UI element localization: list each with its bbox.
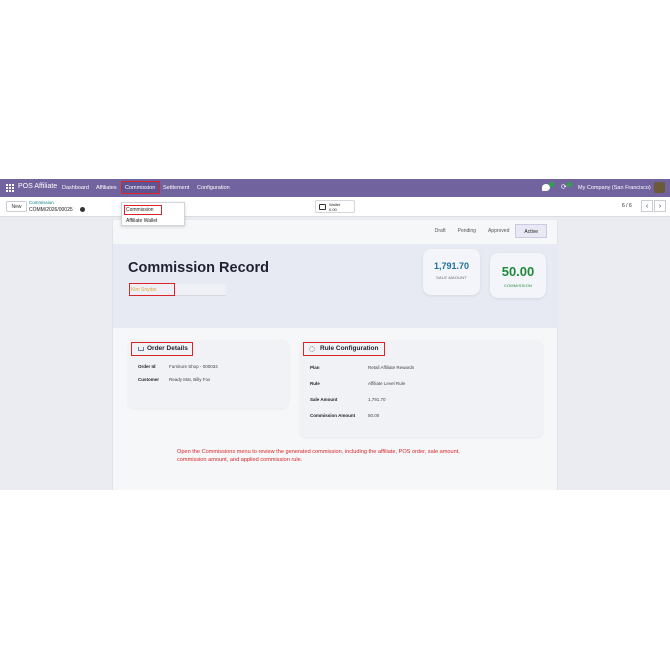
menu-configuration[interactable]: Configuration: [197, 185, 230, 191]
apps-grid-icon[interactable]: [6, 184, 14, 192]
sale-amount-card: 1,791.70 SALE AMOUNT: [423, 249, 480, 295]
commission-value: 50.00: [501, 264, 535, 279]
status-bar: Draft Pending Approved Active: [429, 224, 547, 238]
menu-affiliates[interactable]: Affiliates: [96, 185, 117, 191]
commission-amount-value: 50.00: [368, 413, 380, 418]
top-navbar: POS Affiliate Dashboard Affiliates Commi…: [0, 179, 670, 197]
wallet-value: 0.00: [329, 207, 337, 212]
plan-value[interactable]: Retail Affiliate Rewards: [368, 365, 414, 370]
page-title: Commission Record: [128, 260, 269, 276]
plan-label: Plan: [310, 365, 320, 370]
cart-icon: [138, 347, 144, 351]
status-draft[interactable]: Draft: [429, 224, 452, 238]
control-panel: New Commission COMM/2026/00025 Wallet 0.…: [0, 197, 670, 217]
rule-value[interactable]: Affiliate Level Rule: [368, 381, 405, 386]
app-brand[interactable]: POS Affiliate: [18, 183, 57, 190]
instruction-annotation: Open the Commissions menu to review the …: [177, 449, 460, 463]
gears-icon: [309, 346, 315, 352]
user-avatar[interactable]: [654, 182, 665, 193]
activity-badge: [567, 182, 572, 187]
record-header: Commission Record Kim Snyder 1,791.70 SA…: [113, 244, 559, 328]
pager-value: 6 / 6: [622, 203, 632, 209]
customer-value[interactable]: Ready Mat, Billy Fox: [169, 377, 210, 382]
chat-badge: [549, 182, 554, 187]
commission-label: COMMISSION: [503, 283, 533, 288]
status-active[interactable]: Active: [515, 224, 547, 238]
pager-next-button[interactable]: ›: [654, 200, 666, 212]
breadcrumb-current: COMM/2026/00025: [29, 207, 73, 213]
rule-label: Rule: [310, 381, 320, 386]
sale-amount-value: 1,791.70: [433, 261, 470, 271]
commission-dropdown-menu: Commission Affiliate Wallet: [121, 202, 185, 226]
commission-card: 50.00 COMMISSION: [490, 253, 546, 298]
menu-dashboard[interactable]: Dashboard: [62, 185, 89, 191]
wallet-smart-button[interactable]: Wallet 0.00: [315, 200, 355, 213]
sale-amount-row-label: Sale Amount: [310, 397, 338, 402]
customer-label: Customer: [138, 377, 160, 382]
breadcrumb-parent[interactable]: Commission: [29, 200, 54, 205]
wallet-icon: [319, 204, 326, 210]
rule-config-title: Rule Configuration: [320, 345, 379, 352]
sale-amount-row-value: 1,791.70: [368, 397, 386, 402]
affiliate-highlight: [129, 283, 175, 296]
new-button[interactable]: New: [6, 201, 27, 212]
menu-commission[interactable]: Commission: [125, 185, 155, 191]
gear-icon[interactable]: [80, 207, 85, 212]
app-screenshot: POS Affiliate Dashboard Affiliates Commi…: [0, 179, 670, 490]
order-details-card: Order Details Order Id Furniture Shop - …: [128, 340, 289, 408]
activity-icon[interactable]: ⟳: [561, 183, 567, 191]
rule-config-card: Rule Configuration Plan Retail Affiliate…: [300, 340, 543, 437]
dropdown-item-commission[interactable]: Commission: [126, 207, 154, 213]
status-pending[interactable]: Pending: [452, 224, 482, 238]
order-id-label: Order Id: [138, 364, 156, 369]
dropdown-item-affiliate-wallet[interactable]: Affiliate Wallet: [126, 218, 157, 224]
order-details-title: Order Details: [147, 345, 188, 352]
company-switcher[interactable]: My Company (San Francisco): [578, 185, 651, 191]
commission-amount-label: Commission Amount: [310, 413, 356, 418]
menu-settlement[interactable]: Settlement: [163, 185, 189, 191]
pager-previous-button[interactable]: ‹: [641, 200, 653, 212]
status-approved[interactable]: Approved: [482, 224, 515, 238]
order-id-value[interactable]: Furniture Shop - 000034: [169, 364, 218, 369]
sale-amount-label: SALE AMOUNT: [436, 275, 467, 280]
